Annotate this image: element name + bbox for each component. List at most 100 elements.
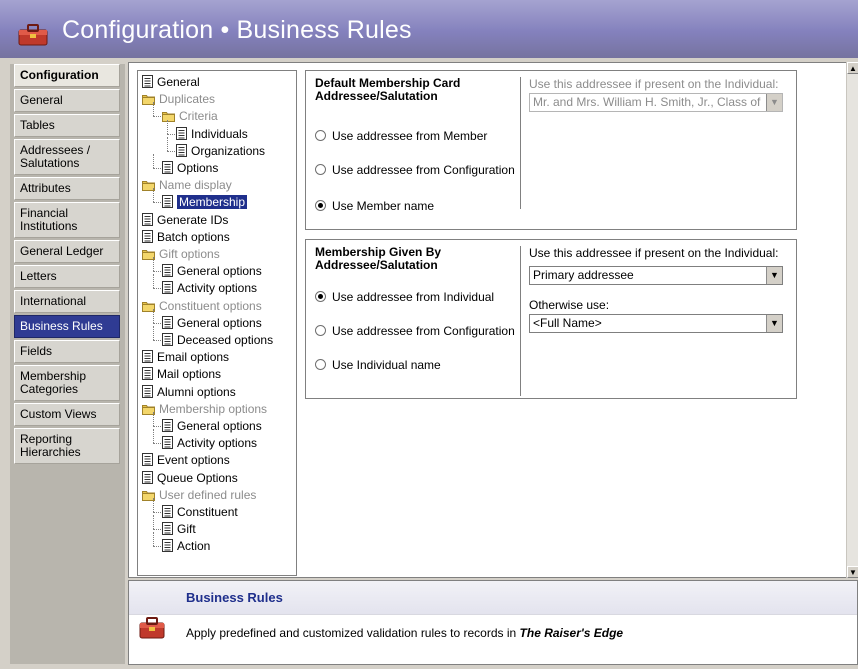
nav-item-business-rules[interactable]: Business Rules (14, 315, 120, 338)
tree-folder[interactable]: Constituent options (142, 298, 262, 314)
nav-header-configuration[interactable]: Configuration (14, 64, 120, 87)
card-addressee-group: Default Membership Card Addressee/Saluta… (305, 70, 797, 230)
document-icon (142, 212, 153, 226)
vertical-scrollbar[interactable]: ▲ ▼ (846, 62, 858, 578)
tree-item-label: Name display (159, 178, 232, 193)
tree-connector (153, 257, 154, 272)
tree-item-label: Gift (177, 522, 196, 537)
card-group-title: Default Membership Card Addressee/Saluta… (315, 76, 461, 103)
tree-item-label: Event options (157, 453, 230, 468)
tree-item[interactable]: Email options (142, 349, 229, 365)
radio-icon[interactable] (315, 325, 326, 336)
tree-item[interactable]: Batch options (142, 229, 230, 245)
given-use-if-select[interactable]: Primary addressee ▼ (529, 266, 783, 285)
document-icon (142, 470, 153, 484)
given-by-group: Membership Given By Addressee/Salutation… (305, 239, 797, 399)
nav-item-letters[interactable]: Letters (14, 265, 120, 288)
info-description: Apply predefined and customized validati… (186, 626, 623, 640)
tree-item-label: Mail options (157, 367, 222, 382)
nav-item-custom-views[interactable]: Custom Views (14, 403, 120, 426)
tree-connector (153, 443, 161, 445)
given-option-individual[interactable]: Use addressee from Individual (315, 290, 494, 304)
nav-item-international[interactable]: International (14, 290, 120, 313)
radio-icon-checked[interactable] (315, 291, 326, 302)
tree-item[interactable]: General options (162, 315, 262, 331)
tree-item-label: Individuals (191, 126, 248, 141)
tree-item[interactable]: General options (162, 263, 262, 279)
nav-item-general-ledger[interactable]: General Ledger (14, 240, 120, 263)
radio-icon[interactable] (315, 130, 326, 141)
tree-connector (153, 426, 161, 427)
radio-icon-checked[interactable] (315, 200, 326, 211)
chevron-down-icon[interactable]: ▼ (766, 315, 782, 332)
document-icon (162, 195, 173, 209)
rules-tree: General Duplicates Criteria Individuals Orga… (137, 70, 297, 576)
given-option-configuration[interactable]: Use addressee from Configuration (315, 324, 515, 338)
tree-item[interactable]: Generate IDs (142, 212, 228, 228)
radio-label: Use Member name (332, 199, 435, 213)
radio-label: Use addressee from Configuration (332, 163, 515, 177)
tree-item[interactable]: General options (162, 418, 262, 434)
card-use-if-value: Mr. and Mrs. William H. Smith, Jr., Clas… (533, 95, 761, 109)
tree-item[interactable]: Activity options (162, 280, 257, 296)
nav-item-addressees-salutations[interactable]: Addressees / Salutations (14, 139, 120, 175)
nav-item-reporting-hierarchies[interactable]: Reporting Hierarchies (14, 428, 120, 464)
nav-item-general[interactable]: General (14, 89, 120, 112)
tree-folder[interactable]: User defined rules (142, 487, 256, 503)
tree-item[interactable]: Gift (162, 521, 196, 537)
tree-folder[interactable]: Name display (142, 177, 232, 193)
card-option-member[interactable]: Use addressee from Member (315, 129, 487, 143)
window-title: Configuration • Business Rules (62, 16, 412, 44)
tree-item-label: Duplicates (159, 92, 216, 107)
radio-label: Use addressee from Configuration (332, 324, 515, 338)
tree-item[interactable]: Options (162, 160, 218, 176)
tree-connector (153, 154, 154, 168)
card-use-if-select[interactable]: Mr. and Mrs. William H. Smith, Jr., Clas… (529, 93, 783, 112)
tree-item-label: Organizations (191, 143, 266, 158)
tree-connector (153, 202, 161, 204)
tree-item[interactable]: Organizations (176, 143, 265, 159)
tree-item[interactable]: Alumni options (142, 384, 236, 400)
tree-item-label: User defined rules (159, 487, 257, 502)
chevron-down-icon[interactable]: ▼ (766, 94, 782, 111)
tree-item-label: General (157, 75, 200, 89)
tree-item[interactable]: General (142, 74, 200, 90)
tree-item[interactable]: Individuals (176, 126, 248, 142)
tree-item[interactable]: Queue Options (142, 470, 238, 486)
otherwise-label: Otherwise use: (529, 298, 610, 312)
radio-icon[interactable] (315, 359, 326, 370)
nav-item-fields[interactable]: Fields (14, 340, 120, 363)
tree-item-label: General options (177, 315, 262, 330)
nav-item-financial-institutions[interactable]: Financial Institutions (14, 202, 120, 238)
tree-item[interactable]: Event options (142, 452, 230, 468)
tree-item[interactable]: Deceased options (162, 332, 273, 348)
radio-label: Use addressee from Individual (332, 290, 495, 304)
given-option-individual-name[interactable]: Use Individual name (315, 358, 441, 372)
given-use-if-label: Use this addressee if present on the Ind… (529, 246, 779, 260)
card-option-member-name[interactable]: Use Member name (315, 199, 434, 213)
scroll-up-icon[interactable]: ▲ (847, 62, 858, 74)
tree-connector (153, 102, 154, 117)
given-group-divider (520, 246, 521, 396)
tree-item-label: Gift options (159, 247, 220, 261)
document-icon (162, 522, 173, 536)
tree-connector (167, 119, 168, 134)
tree-folder[interactable]: Membership options (142, 401, 267, 417)
nav-item-attributes[interactable]: Attributes (14, 177, 120, 200)
tree-item-label: Email options (157, 350, 230, 365)
tree-item[interactable]: Activity options (162, 435, 257, 451)
nav-item-membership-categories[interactable]: Membership Categories (14, 365, 120, 401)
otherwise-select[interactable]: <Full Name> ▼ (529, 314, 783, 333)
info-product-name: The Raiser's Edge (519, 626, 624, 640)
tree-folder[interactable]: Criteria (162, 108, 218, 124)
radio-icon[interactable] (315, 164, 326, 175)
tree-item[interactable]: Membership (162, 194, 248, 210)
tree-item[interactable]: Action (162, 538, 210, 554)
scroll-down-icon[interactable]: ▼ (847, 566, 858, 578)
nav-item-tables[interactable]: Tables (14, 114, 120, 137)
tree-connector (153, 271, 161, 273)
tree-item[interactable]: Mail options (142, 366, 221, 382)
chevron-down-icon[interactable]: ▼ (766, 267, 782, 284)
card-option-configuration[interactable]: Use addressee from Configuration (315, 163, 515, 177)
tree-item[interactable]: Constituent (162, 504, 238, 520)
